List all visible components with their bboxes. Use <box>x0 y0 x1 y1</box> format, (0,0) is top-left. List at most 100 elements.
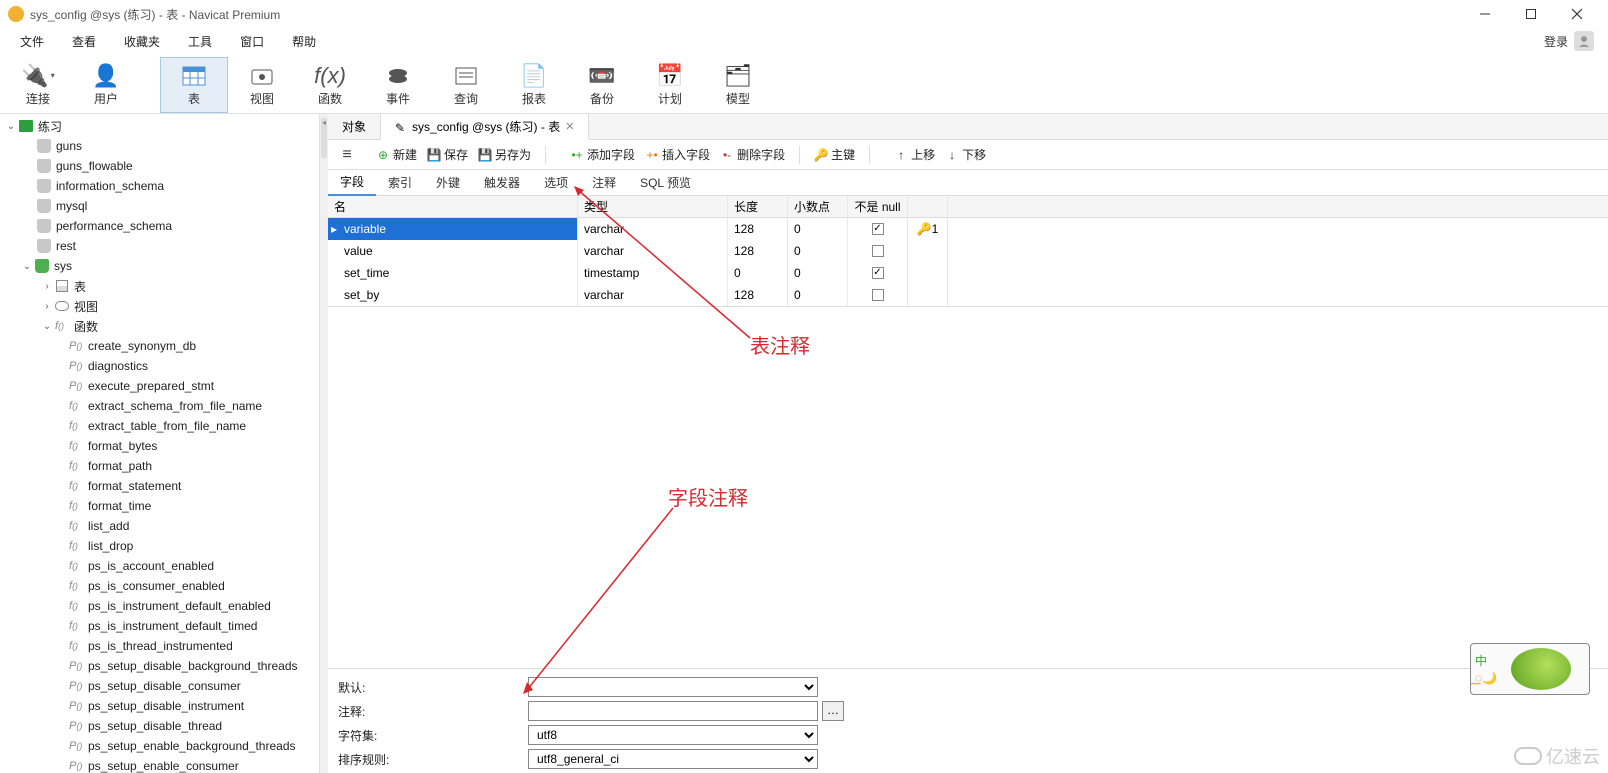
menu-window[interactable]: 窗口 <box>226 30 278 53</box>
tree-function[interactable]: ps_setup_enable_background_threads <box>0 736 319 756</box>
tree-function[interactable]: format_statement <box>0 476 319 496</box>
checkbox-notnull[interactable] <box>872 223 884 235</box>
maximize-button[interactable] <box>1508 0 1554 28</box>
tool-user[interactable]: 👤用户 <box>72 57 140 113</box>
action-delfield[interactable]: •-删除字段 <box>716 144 789 165</box>
tool-function[interactable]: f(x)函数 <box>296 57 364 113</box>
menu-favorites[interactable]: 收藏夹 <box>110 30 174 53</box>
checkbox-notnull[interactable] <box>872 289 884 301</box>
tree-function[interactable]: execute_prepared_stmt <box>0 376 319 396</box>
ime-widget[interactable]: 中 ꯭🌙 <box>1470 643 1590 695</box>
menu-view[interactable]: 查看 <box>58 30 110 53</box>
tree-db-sys[interactable]: ⌄ sys <box>0 256 319 276</box>
col-header-type[interactable]: 类型 <box>578 196 728 217</box>
tree-function[interactable]: format_time <box>0 496 319 516</box>
chevron-down-icon[interactable]: ⌄ <box>4 121 18 132</box>
tree-connection[interactable]: ⌄ 练习 <box>0 116 319 136</box>
minimize-button[interactable] <box>1462 0 1508 28</box>
tool-event[interactable]: 事件 <box>364 57 432 113</box>
tree-db[interactable]: guns_flowable <box>0 156 319 176</box>
tool-connection[interactable]: 🔌▾连接 <box>4 57 72 113</box>
tab-close-icon[interactable]: ✕ <box>565 120 574 133</box>
tool-table[interactable]: 表 <box>160 57 228 113</box>
action-movedown[interactable]: ↓下移 <box>941 144 990 165</box>
col-header-len[interactable]: 长度 <box>728 196 788 217</box>
comment-more-button[interactable]: … <box>822 701 844 721</box>
tree-function[interactable]: ps_setup_disable_consumer <box>0 676 319 696</box>
action-save[interactable]: 💾保存 <box>423 144 472 165</box>
subtab-options[interactable]: 选项 <box>532 170 580 196</box>
tree-function[interactable]: diagnostics <box>0 356 319 376</box>
subtab-comment[interactable]: 注释 <box>580 170 628 196</box>
tree-function[interactable]: ps_is_instrument_default_timed <box>0 616 319 636</box>
col-header-null[interactable]: 不是 null <box>848 196 908 217</box>
tree-db[interactable]: performance_schema <box>0 216 319 236</box>
tool-model[interactable]: 🗂模型 <box>704 57 772 113</box>
field-row[interactable]: ▸variablevarchar1280🔑1 <box>328 218 1608 240</box>
input-comment[interactable] <box>528 701 818 721</box>
tree-db[interactable]: rest <box>0 236 319 256</box>
tree-node-views[interactable]: › 视图 <box>0 296 319 316</box>
tree-function[interactable]: ps_setup_disable_thread <box>0 716 319 736</box>
chevron-down-icon[interactable]: ⌄ <box>20 261 34 272</box>
col-header-name[interactable]: 名 <box>328 196 578 217</box>
subtab-triggers[interactable]: 触发器 <box>472 170 532 196</box>
menu-help[interactable]: 帮助 <box>278 30 330 53</box>
input-charset[interactable]: utf8 <box>528 725 818 745</box>
tree-function[interactable]: ps_setup_enable_consumer <box>0 756 319 773</box>
col-header-key[interactable] <box>908 196 948 217</box>
tool-view[interactable]: 视图 <box>228 57 296 113</box>
chevron-right-icon[interactable]: › <box>40 281 54 292</box>
sidebar-tree[interactable]: ⌄ 练习 gunsguns_flowableinformation_schema… <box>0 114 320 773</box>
tree-db[interactable]: mysql <box>0 196 319 216</box>
tree-function[interactable]: extract_schema_from_file_name <box>0 396 319 416</box>
splitter[interactable]: ◂ <box>320 114 328 773</box>
input-collation[interactable]: utf8_general_ci <box>528 749 818 769</box>
action-insertfield[interactable]: +•插入字段 <box>641 144 714 165</box>
chevron-right-icon[interactable]: › <box>40 301 54 312</box>
menu-file[interactable]: 文件 <box>6 30 58 53</box>
tree-function[interactable]: ps_is_instrument_default_enabled <box>0 596 319 616</box>
tree-function[interactable]: ps_setup_disable_instrument <box>0 696 319 716</box>
tree-function[interactable]: ps_is_account_enabled <box>0 556 319 576</box>
tree-function[interactable]: list_add <box>0 516 319 536</box>
tree-function[interactable]: ps_is_thread_instrumented <box>0 636 319 656</box>
checkbox-notnull[interactable] <box>872 267 884 279</box>
field-row[interactable]: set_timetimestamp00 <box>328 262 1608 284</box>
action-saveas[interactable]: 💾另存为 <box>474 144 535 165</box>
checkbox-notnull[interactable] <box>872 245 884 257</box>
col-header-dec[interactable]: 小数点 <box>788 196 848 217</box>
tool-schedule[interactable]: 📅计划 <box>636 57 704 113</box>
action-new[interactable]: ⊕新建 <box>372 144 421 165</box>
tree-db[interactable]: guns <box>0 136 319 156</box>
subtab-indexes[interactable]: 索引 <box>376 170 424 196</box>
subtab-fields[interactable]: 字段 <box>328 170 376 196</box>
close-button[interactable] <box>1554 0 1600 28</box>
tool-report[interactable]: 📄报表 <box>500 57 568 113</box>
tree-db[interactable]: information_schema <box>0 176 319 196</box>
menu-tools[interactable]: 工具 <box>174 30 226 53</box>
tab-table-design[interactable]: ✎ sys_config @sys (练习) - 表 ✕ <box>381 114 589 140</box>
tree-function[interactable]: list_drop <box>0 536 319 556</box>
field-row[interactable]: valuevarchar1280 <box>328 240 1608 262</box>
tool-backup[interactable]: 📼备份 <box>568 57 636 113</box>
action-addfield[interactable]: •+添加字段 <box>566 144 639 165</box>
input-default[interactable] <box>528 677 818 697</box>
subtab-sqlpreview[interactable]: SQL 预览 <box>628 170 703 196</box>
tree-function[interactable]: format_bytes <box>0 436 319 456</box>
tree-function[interactable]: format_path <box>0 456 319 476</box>
avatar-icon[interactable] <box>1574 31 1594 51</box>
tab-objects[interactable]: 对象 <box>328 114 381 140</box>
action-pkey[interactable]: 🔑主键 <box>810 144 859 165</box>
hamburger-icon[interactable]: ≡ <box>336 144 358 166</box>
chevron-down-icon[interactable]: ⌄ <box>40 321 54 332</box>
tree-function[interactable]: ps_is_consumer_enabled <box>0 576 319 596</box>
fields-table[interactable]: 名 类型 长度 小数点 不是 null ▸variablevarchar1280… <box>328 196 1608 307</box>
subtab-fk[interactable]: 外键 <box>424 170 472 196</box>
tree-function[interactable]: extract_table_from_file_name <box>0 416 319 436</box>
login-link[interactable]: 登录 <box>1544 33 1568 50</box>
action-moveup[interactable]: ↑上移 <box>890 144 939 165</box>
tree-function[interactable]: create_synonym_db <box>0 336 319 356</box>
tool-query[interactable]: 查询 <box>432 57 500 113</box>
tree-node-functions[interactable]: ⌄ 函数 <box>0 316 319 336</box>
